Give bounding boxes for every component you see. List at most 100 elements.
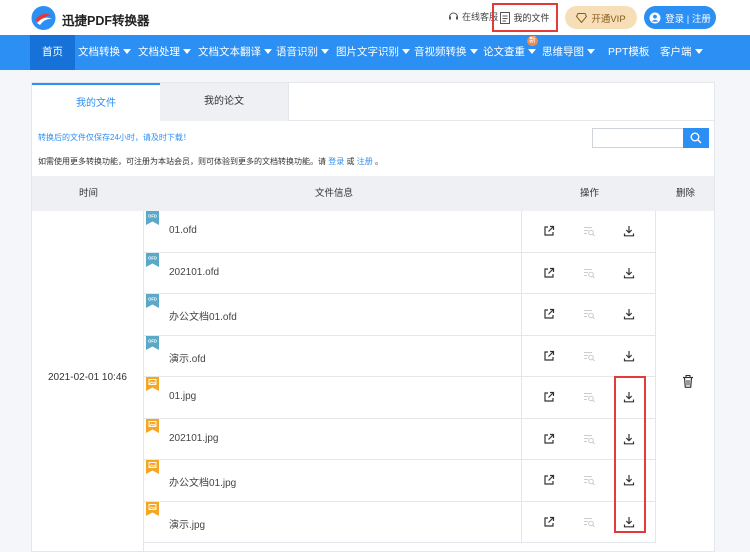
trash-icon[interactable] <box>682 375 694 388</box>
delete-cell <box>656 211 714 551</box>
open-external-icon[interactable] <box>542 432 556 446</box>
operations-cell <box>521 294 656 336</box>
nav-ppt-template[interactable]: PPT模板 <box>608 35 649 70</box>
chevron-down-icon <box>321 49 329 54</box>
open-external-icon[interactable] <box>542 390 556 404</box>
file-row: OFD 202101.ofd <box>144 252 656 294</box>
file-row: 01.jpg <box>144 377 656 419</box>
user-icon <box>649 12 661 23</box>
preview-icon[interactable] <box>582 224 596 238</box>
brand-name: 迅捷PDF转换器 <box>62 14 150 28</box>
operations-cell <box>521 252 656 294</box>
chevron-down-icon <box>587 49 595 54</box>
diamond-icon <box>576 12 588 23</box>
file-name: 办公文档01.ofd <box>169 312 237 323</box>
preview-icon[interactable] <box>582 432 596 446</box>
login-register-button[interactable]: 登录 | 注册 <box>644 6 716 29</box>
chevron-down-icon <box>183 49 191 54</box>
chevron-down-icon <box>528 49 536 54</box>
login-link[interactable]: 登录 <box>328 157 344 166</box>
open-external-icon[interactable] <box>542 224 556 238</box>
file-row: OFD 演示.ofd <box>144 335 656 377</box>
chevron-down-icon <box>264 49 272 54</box>
file-name: 202101.ofd <box>169 266 220 278</box>
file-name: 01.ofd <box>169 225 197 236</box>
open-external-icon[interactable] <box>542 349 556 363</box>
file-row: OFD 01.ofd <box>144 211 656 253</box>
open-external-icon[interactable] <box>542 307 556 321</box>
file-name: 01.jpg <box>169 391 197 402</box>
storage-notice: 转换后的文件仅保存24小时，请及时下载！ <box>38 133 191 142</box>
login-label: 登录 | 注册 <box>665 13 711 25</box>
download-icon[interactable] <box>622 224 636 238</box>
preview-icon[interactable] <box>582 349 596 363</box>
search-input[interactable] <box>592 128 684 148</box>
date-cell: 2021-02-01 10:46 <box>32 211 144 551</box>
tab-bar: 我的文件 我的论文 <box>32 83 714 122</box>
open-external-icon[interactable] <box>542 515 556 529</box>
new-badge: 新 <box>527 36 538 46</box>
download-icon[interactable] <box>622 266 636 280</box>
vip-label: 开通VIP <box>591 13 626 25</box>
header-time: 时间 <box>79 188 99 199</box>
operations-cell <box>521 335 656 377</box>
nav-mindmap[interactable]: 思维导图 <box>542 35 595 70</box>
image-file-icon <box>146 377 159 391</box>
image-file-icon <box>146 460 159 474</box>
open-external-icon[interactable] <box>542 266 556 280</box>
nav-home[interactable]: 首页 <box>30 35 75 70</box>
preview-icon[interactable] <box>582 515 596 529</box>
svg-text:OFD: OFD <box>148 297 157 302</box>
ofd-file-icon: OFD <box>146 335 159 350</box>
open-external-icon[interactable] <box>542 473 556 487</box>
member-hint: 如需使用更多转换功能，可注册为本站会员，则可体验到更多的文档转换功能。请 登录 … <box>38 157 383 166</box>
ofd-file-icon: OFD <box>146 294 159 308</box>
register-link[interactable]: 注册 <box>357 157 373 166</box>
preview-icon[interactable] <box>582 390 596 404</box>
app-logo-icon <box>31 6 56 30</box>
preview-icon[interactable] <box>582 473 596 487</box>
image-file-icon <box>146 418 159 433</box>
header-file-info: 文件信息 <box>315 188 354 199</box>
nav-doc-convert[interactable]: 文档转换 <box>78 35 131 70</box>
search-icon <box>690 132 702 144</box>
svg-text:OFD: OFD <box>148 338 157 343</box>
nav-doc-process[interactable]: 文档处理 <box>138 35 191 70</box>
preview-icon[interactable] <box>582 266 596 280</box>
svg-text:OFD: OFD <box>148 255 157 260</box>
file-row: 办公文档01.jpg <box>144 460 656 502</box>
files-panel: 我的文件 我的论文 转换后的文件仅保存24小时，请及时下载！ 如需使用更多转换功… <box>31 82 715 552</box>
main-nav: 首页 文档转换 文档处理 文档文本翻译 语音识别 图片文字识别 音视频转换 论文… <box>0 35 750 70</box>
my-files-link[interactable]: 我的文件 <box>492 3 558 32</box>
nav-image-ocr[interactable]: 图片文字识别 <box>336 35 410 70</box>
download-icon[interactable] <box>622 307 636 321</box>
file-name: 演示.jpg <box>169 519 206 531</box>
chevron-down-icon <box>694 49 703 54</box>
image-file-icon <box>146 501 159 516</box>
table-header: 时间 文件信息 操作 删除 <box>32 176 714 211</box>
file-row: 演示.jpg <box>144 501 656 543</box>
online-support-link[interactable]: 在线客服 <box>448 10 498 23</box>
tab-my-papers[interactable]: 我的论文 <box>160 83 289 121</box>
vip-button[interactable]: 开通VIP <box>565 6 637 29</box>
download-icon[interactable] <box>622 349 636 363</box>
file-name: 演示.ofd <box>169 353 206 365</box>
nav-av-convert[interactable]: 音视频转换 <box>414 35 478 70</box>
file-name: 办公文档01.jpg <box>169 478 237 489</box>
file-row: OFD 办公文档01.ofd <box>144 294 656 336</box>
search-button[interactable] <box>683 128 709 148</box>
nav-speech[interactable]: 语音识别 <box>276 35 329 70</box>
preview-icon[interactable] <box>582 307 596 321</box>
nav-translate[interactable]: 文档文本翻译 <box>198 35 272 70</box>
nav-client[interactable]: 客户端 <box>660 35 703 70</box>
chevron-down-icon <box>469 49 478 54</box>
tab-my-files[interactable]: 我的文件 <box>32 83 160 122</box>
header-delete: 删除 <box>676 188 696 199</box>
file-row: 202101.jpg <box>144 418 656 460</box>
headset-icon <box>449 12 458 20</box>
chevron-down-icon <box>123 49 131 54</box>
header-operations: 操作 <box>580 188 600 199</box>
document-icon <box>500 11 511 24</box>
top-header: 迅捷PDF转换器 在线客服 我的文件 开通VIP 登录 | 注册 <box>0 0 750 35</box>
ofd-file-icon: OFD <box>146 252 159 267</box>
